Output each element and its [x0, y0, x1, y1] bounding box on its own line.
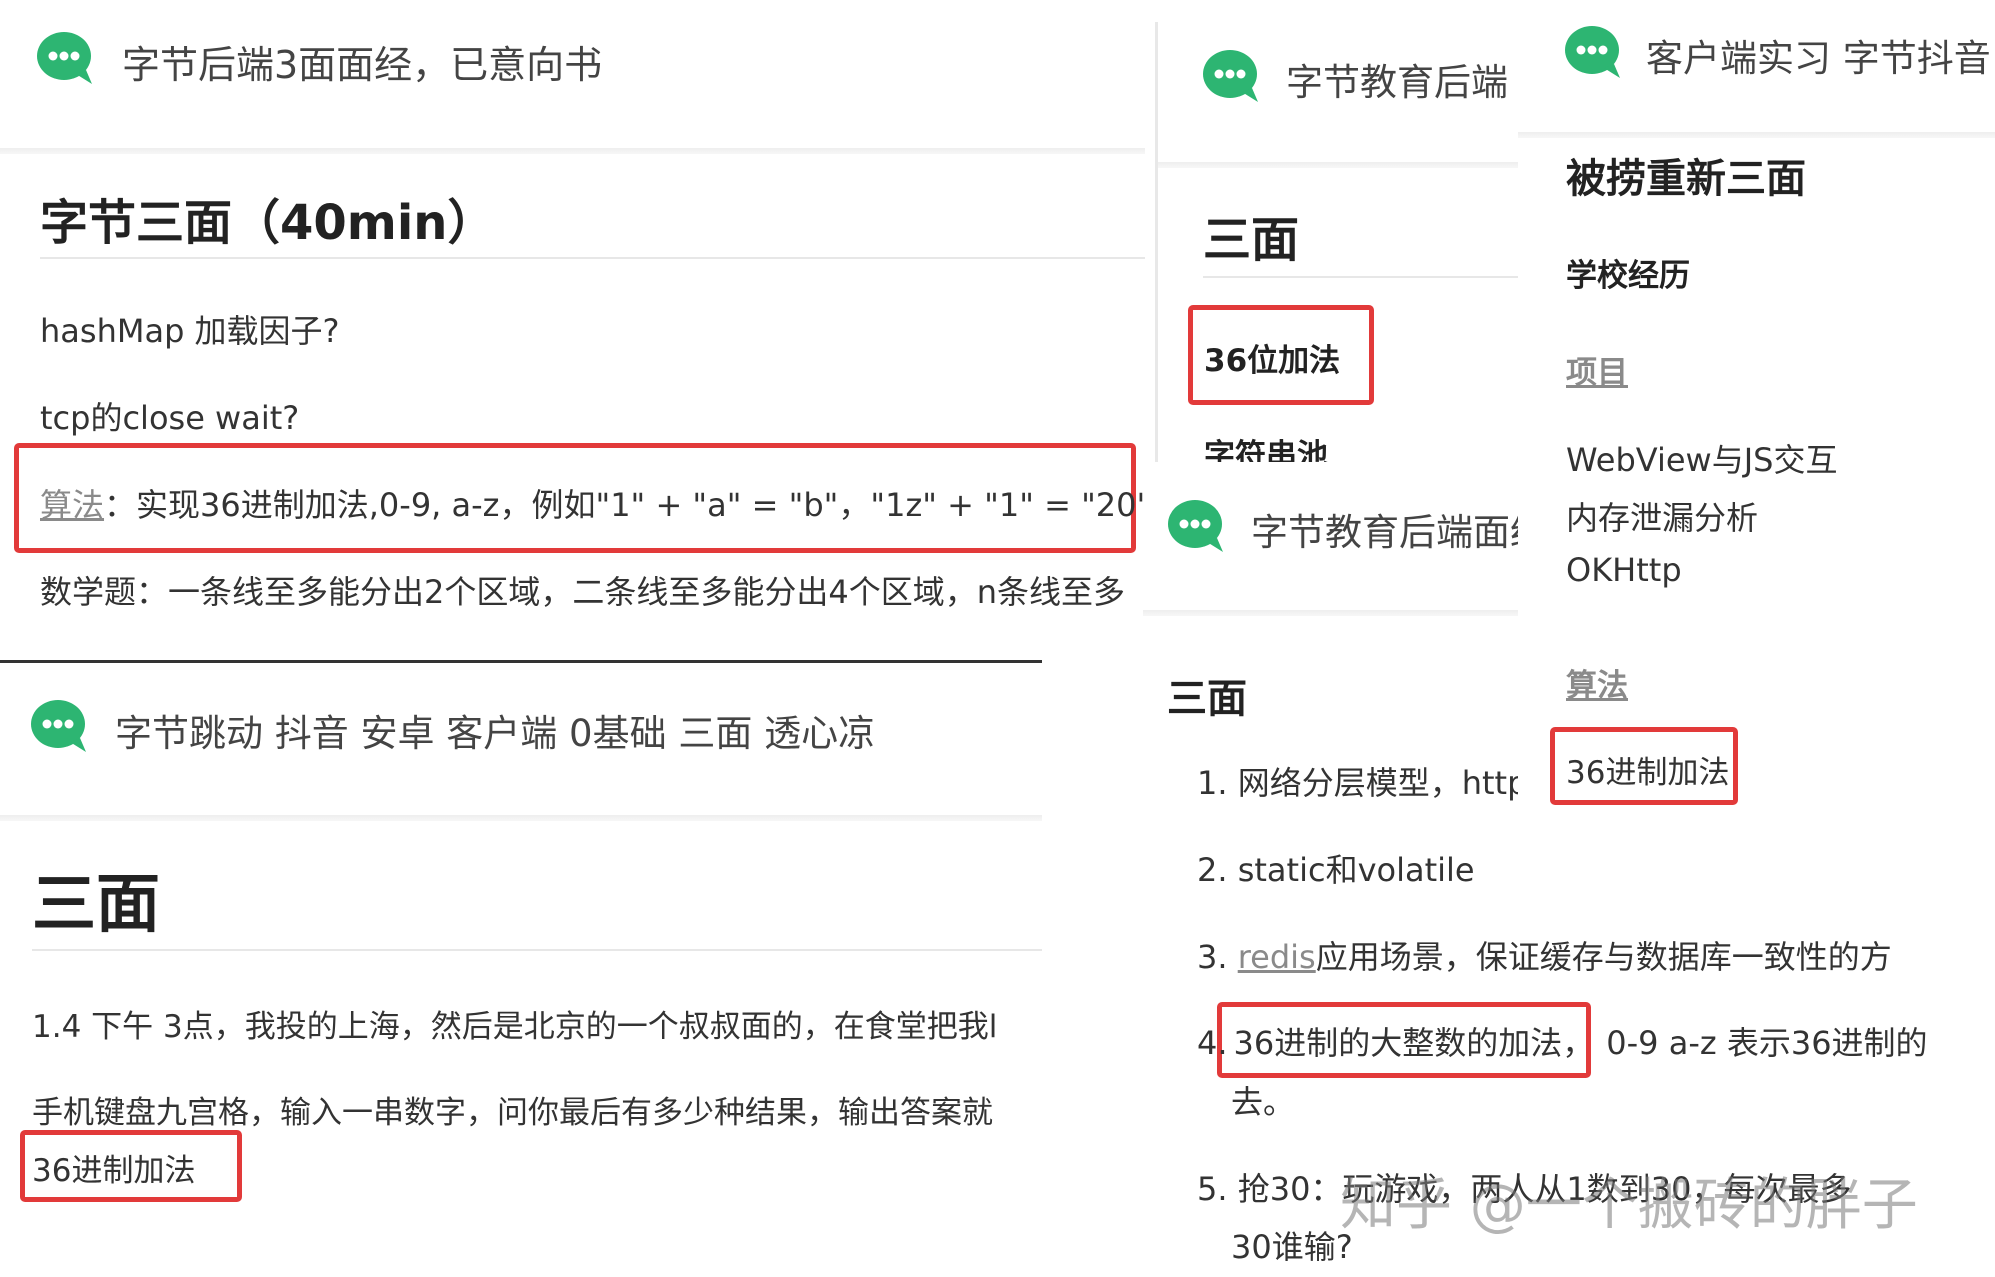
post-title[interactable]: 字节教育后端 [1286, 52, 1508, 106]
wechat-icon [31, 700, 86, 752]
watermark: 知乎 @一个搬砖的胖子 [1340, 1173, 1918, 1238]
post-title[interactable]: 字节跳动 抖音 安卓 客户端 0基础 三面 透心凉 [115, 703, 875, 757]
heading-rule [32, 949, 1042, 951]
cut-line: 字符串池 [1204, 438, 1328, 462]
post-header[interactable]: 字节教育后端 [1158, 22, 1518, 162]
section-heading: 被捞重新三面 [1566, 156, 1806, 202]
post-title[interactable]: 客户端实习 字节抖音 [1646, 28, 1991, 82]
wechat-icon [1203, 50, 1258, 102]
question-line: hashMap 加载因子? [40, 312, 340, 350]
algo-line: 36位加法 [1204, 343, 1341, 379]
list-item: 1. 网络分层模型，http [1197, 764, 1528, 802]
project-item: WebView与JS交互 [1566, 441, 1838, 479]
list-item: 去。 [1231, 1083, 1296, 1121]
divider [1143, 610, 1523, 616]
list-item: 3. redis应用场景，保证缓存与数据库一致性的方 [1197, 938, 1892, 976]
post-header[interactable]: 客户端实习 字节抖音 [1518, 0, 1995, 132]
heading-rule [1203, 276, 1518, 278]
project-item: OKHttp [1566, 551, 1682, 589]
section-heading: 三面 [1203, 212, 1300, 268]
list-item: 30谁输? [1231, 1228, 1353, 1266]
panel-post-1: 字节后端3面面经，已意向书 字节三面（40min） hashMap 加载因子? … [0, 0, 1145, 660]
section-heading: 字节三面（40min） [40, 195, 496, 251]
post-title[interactable]: 字节教育后端面经 [1251, 502, 1547, 556]
section-link-project[interactable]: 项目 [1566, 347, 1628, 392]
divider [1158, 162, 1518, 168]
algo-line: 36进制加法 [32, 1153, 196, 1189]
post-title[interactable]: 字节后端3面面经，已意向书 [122, 34, 602, 89]
panel-post-3: 字节教育后端 三面 36位加法 字符串池 [1155, 22, 1518, 462]
panel-post-2: 字节跳动 抖音 安卓 客户端 0基础 三面 透心凉 三面 1.4 下午 3点，我… [0, 663, 1042, 1277]
heading-rule [40, 257, 1145, 259]
panel-post-5: 客户端实习 字节抖音 被捞重新三面 学校经历 项目 WebView与JS交互 内… [1518, 0, 1995, 820]
subsection-heading: 学校经历 [1566, 258, 1690, 294]
algo-text: ：实现36进制加法,0-9, a-z，例如"1" + "a" = "b"，"1z… [104, 486, 1145, 524]
algo-line: 算法：实现36进制加法,0-9, a-z，例如"1" + "a" = "b"，"… [40, 480, 1145, 526]
paragraph-line: 1.4 下午 3点，我投的上海，然后是北京的一个叔叔面的，在食堂把我l [32, 1009, 998, 1045]
divider [0, 148, 1145, 154]
wechat-icon [37, 32, 92, 84]
post-header[interactable]: 字节后端3面面经，已意向书 [0, 0, 1145, 148]
section-heading: 三面 [1167, 676, 1247, 722]
paragraph-line: 手机键盘九宫格，输入一串数字，问你最后有多少种结果，输出答案就 [32, 1095, 993, 1131]
question-line: tcp的close wait? [40, 399, 300, 437]
divider [0, 815, 1042, 821]
list-item: 4. 36进制的大整数的加法， 0-9 a-z 表示36进制的 [1197, 1024, 1928, 1062]
question-line: 数学题：一条线至多能分出2个区域，二条线至多能分出4个区域，n条线至多 [40, 573, 1126, 611]
wechat-icon [1565, 26, 1620, 78]
wechat-icon [1168, 500, 1223, 552]
post-header[interactable]: 字节跳动 抖音 安卓 客户端 0基础 三面 透心凉 [0, 663, 1042, 815]
section-heading: 三面 [32, 868, 160, 942]
algo-link[interactable]: 算法 [40, 486, 104, 524]
project-item: 内存泄漏分析 [1566, 499, 1759, 537]
redis-link[interactable]: redis [1238, 938, 1316, 976]
divider [1518, 132, 1995, 138]
section-link-algo[interactable]: 算法 [1566, 660, 1628, 705]
list-item: 2. static和volatile [1197, 851, 1475, 889]
algo-line: 36进制加法 [1566, 755, 1730, 791]
